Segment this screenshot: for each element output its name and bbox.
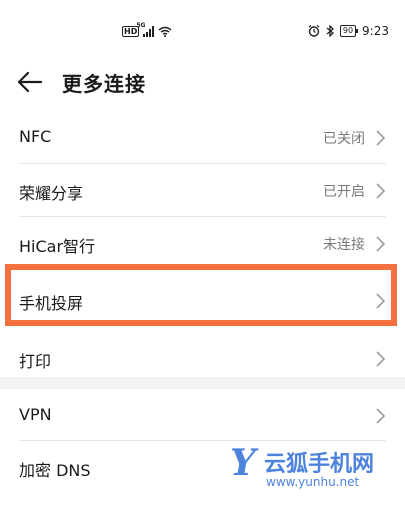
chevron-right-icon: [376, 351, 385, 367]
list-item-label: VPN: [19, 405, 52, 424]
list-item-honor-share[interactable]: 荣耀分享 已开启: [0, 164, 405, 217]
list-item-label: 手机投屏: [19, 294, 84, 313]
list-item-label: HiCar智行: [19, 237, 96, 256]
wifi-icon: [158, 26, 172, 37]
list-item-status: 已关闭: [323, 131, 365, 147]
connection-list: NFC 已关闭 荣耀分享 已开启 HiCar智行 未连接 手机投屏 打印: [0, 111, 405, 385]
alarm-icon: [308, 25, 320, 37]
header: 更多连接: [0, 58, 405, 106]
chevron-right-icon: [376, 236, 385, 252]
status-bar: HD 5G 90 9:23: [0, 0, 405, 48]
watermark-brand: 云狐手机网: [264, 452, 375, 477]
watermark: Y 云狐手机网 www.yunhu.net: [226, 440, 401, 496]
list-item-screen-projection[interactable]: 手机投屏: [0, 270, 405, 332]
watermark-url: www.yunhu.net: [266, 475, 360, 489]
chevron-right-icon: [376, 293, 385, 309]
signal-icon: 5G: [136, 22, 155, 37]
list-item-hicar[interactable]: HiCar智行 未连接: [0, 217, 405, 270]
chevron-right-icon: [376, 183, 385, 199]
status-right-icons: 90 9:23: [308, 24, 389, 38]
list-item-label: 加密 DNS: [19, 461, 91, 480]
list-item-vpn[interactable]: VPN: [0, 389, 405, 441]
list-item-label: NFC: [19, 127, 52, 146]
list-item-label: 打印: [19, 352, 52, 371]
list-item-label: 荣耀分享: [19, 184, 84, 203]
section-divider: [0, 377, 405, 389]
chevron-right-icon: [376, 130, 385, 146]
page-title: 更多连接: [62, 72, 146, 96]
list-item-nfc[interactable]: NFC 已关闭: [0, 111, 405, 164]
list-item-status: 未连接: [323, 237, 365, 253]
status-center-icons: HD 5G: [122, 22, 172, 37]
list-item-status: 已开启: [323, 184, 365, 200]
bluetooth-icon: [326, 25, 334, 37]
clock: 9:23: [362, 24, 389, 38]
network-type-label: 5G: [136, 22, 146, 29]
battery-icon: 90: [339, 25, 359, 37]
chevron-right-icon: [376, 408, 385, 424]
watermark-logo-icon: Y: [230, 442, 256, 484]
back-arrow-icon[interactable]: [16, 68, 44, 96]
